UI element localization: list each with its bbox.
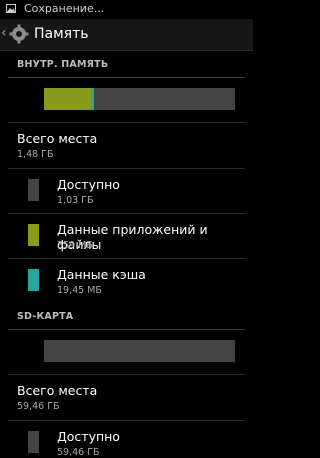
available-swatch — [28, 179, 39, 201]
divider — [8, 213, 245, 214]
total-space-label: Всего места — [17, 383, 98, 398]
internal-storage-header: ВНУТР. ПАМЯТЬ — [0, 56, 253, 78]
cache-data-swatch — [28, 269, 39, 291]
internal-usage-bar — [44, 88, 235, 110]
divider — [8, 258, 245, 259]
total-space-value: 59,46 ГБ — [17, 401, 60, 412]
gear-icon[interactable] — [9, 24, 29, 44]
notification-text: Сохранение... — [24, 2, 105, 15]
section-divider — [8, 329, 245, 330]
apps-data-value: 359 МБ — [57, 240, 93, 251]
apps-data-segment — [44, 88, 91, 110]
back-chevron-icon[interactable]: ‹ — [1, 25, 7, 41]
section-title: SD-КАРТА — [17, 311, 74, 322]
status-bar: Сохранение... — [0, 0, 253, 19]
page-title: Память — [34, 26, 89, 42]
total-space-label: Всего места — [17, 131, 98, 146]
available-value: 1,03 ГБ — [57, 195, 94, 206]
available-label: Доступно — [57, 177, 120, 192]
available-label: Доступно — [57, 429, 120, 444]
image-icon — [6, 4, 16, 13]
sd-card-header: SD-КАРТА — [0, 308, 253, 330]
sd-usage-bar — [44, 340, 235, 362]
total-space-value: 1,48 ГБ — [17, 149, 54, 160]
divider — [8, 122, 245, 123]
section-title: ВНУТР. ПАМЯТЬ — [17, 59, 109, 70]
cache-data-segment — [91, 88, 94, 110]
cache-data-label: Данные кэша — [57, 267, 146, 282]
action-bar: ‹ Память — [0, 19, 253, 51]
divider — [8, 420, 245, 421]
divider — [8, 168, 245, 169]
apps-data-swatch — [28, 224, 39, 246]
section-divider — [8, 77, 245, 78]
cache-data-value: 19,45 МБ — [57, 285, 102, 296]
available-value: 59,46 ГБ — [57, 447, 100, 458]
divider — [8, 374, 245, 375]
